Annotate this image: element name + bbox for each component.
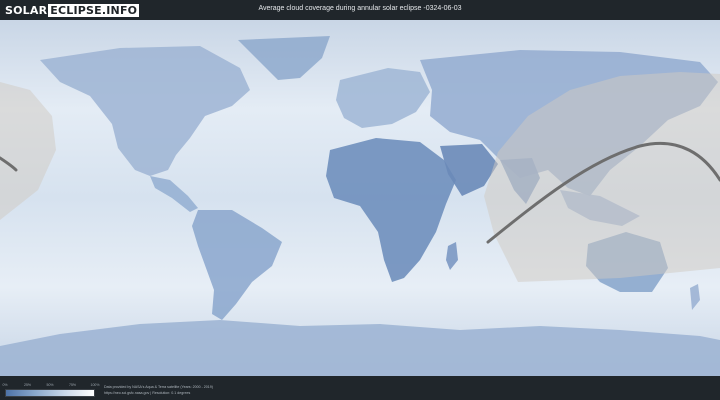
legend-color-bar xyxy=(5,389,95,397)
world-map-svg xyxy=(0,20,720,376)
legend-tick-50: 50% xyxy=(46,383,54,387)
legend-tick-100: 100% xyxy=(90,383,100,387)
cloud-coverage-map[interactable] xyxy=(0,20,720,376)
legend-tick-0: 0% xyxy=(2,383,8,387)
credits-line-2[interactable]: https://neo.sci.gsfc.nasa.gov | Resoluti… xyxy=(104,390,213,396)
legend-tick-75: 75% xyxy=(68,383,77,387)
legend-ticks: 0% 25% 50% 75% 100% xyxy=(2,383,99,389)
data-credits: Data provided by NASA's Aqua & Terra sat… xyxy=(104,384,213,396)
cloud-coverage-legend: 0% 25% 50% 75% 100% xyxy=(2,383,99,397)
page-title: Average cloud coverage during annular so… xyxy=(258,5,462,12)
legend-tick-25: 25% xyxy=(23,383,32,387)
